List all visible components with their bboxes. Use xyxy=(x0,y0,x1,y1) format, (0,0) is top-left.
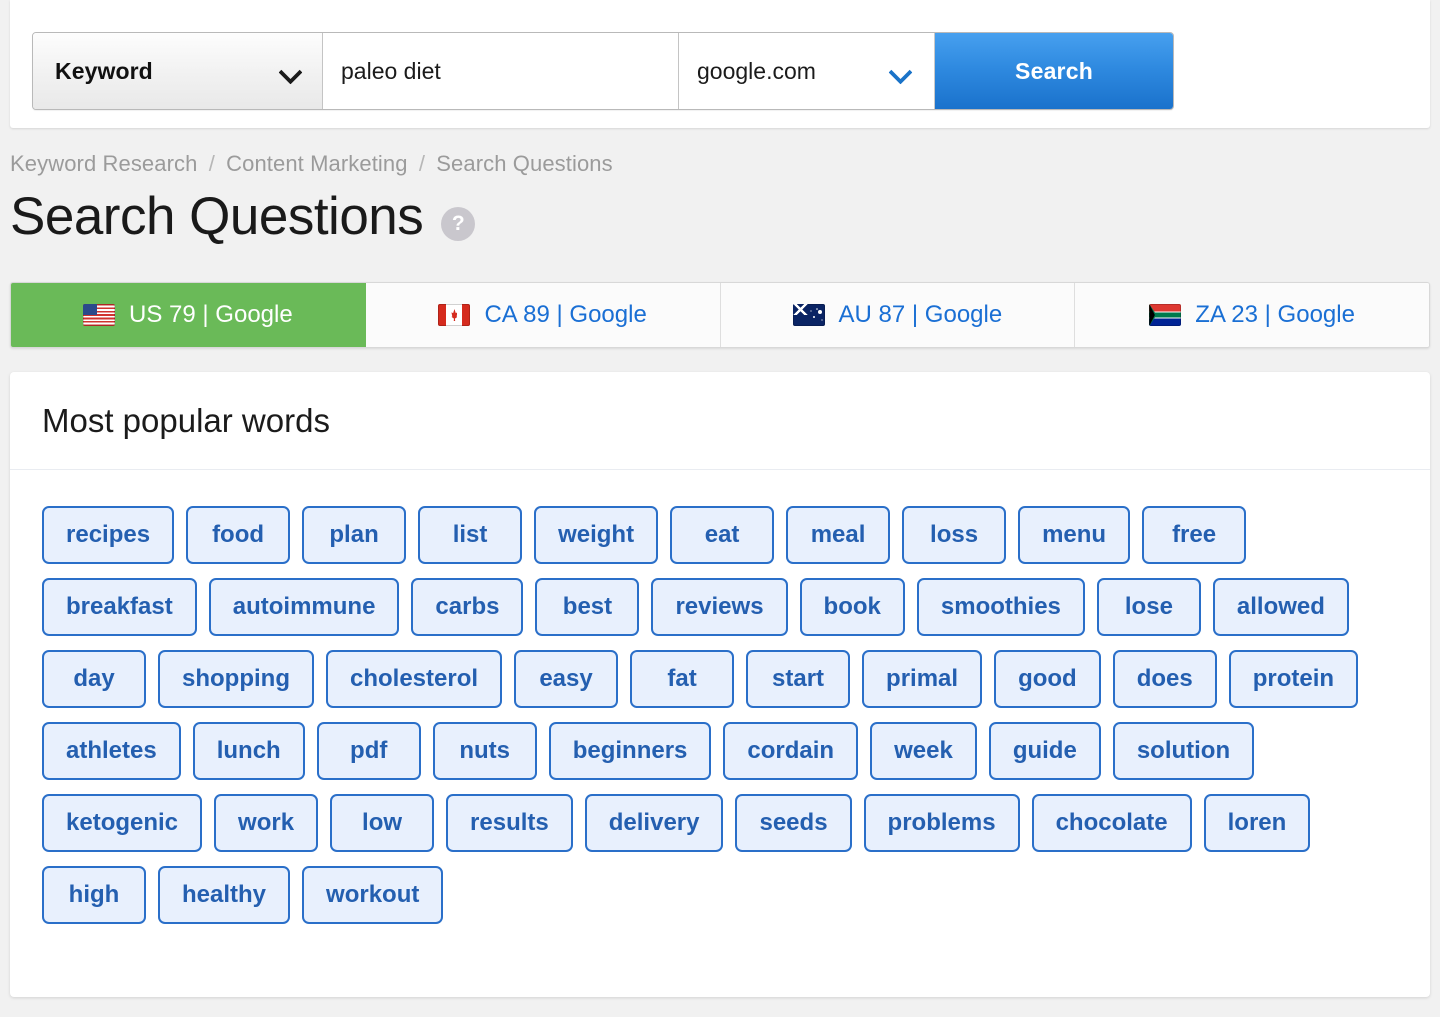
word-tag[interactable]: nuts xyxy=(433,722,537,780)
word-tag[interactable]: problems xyxy=(864,794,1020,852)
word-tag[interactable]: meal xyxy=(786,506,890,564)
word-tag[interactable]: beginners xyxy=(549,722,712,780)
word-tag[interactable]: guide xyxy=(989,722,1101,780)
word-tag[interactable]: fat xyxy=(630,650,734,708)
search-engine-label: google.com xyxy=(697,58,816,85)
search-engine-select[interactable]: google.com xyxy=(679,33,935,109)
word-tag[interactable]: cordain xyxy=(723,722,858,780)
word-tag[interactable]: good xyxy=(994,650,1101,708)
word-tag[interactable]: book xyxy=(800,578,905,636)
word-tag[interactable]: list xyxy=(418,506,522,564)
breadcrumb-separator: / xyxy=(419,151,425,176)
word-tag[interactable]: easy xyxy=(514,650,618,708)
search-input[interactable]: paleo diet xyxy=(323,33,679,109)
page-title: Search Questions xyxy=(10,190,423,243)
word-tag[interactable]: recipes xyxy=(42,506,174,564)
keyword-type-label: Keyword xyxy=(55,58,153,85)
word-tag[interactable]: primal xyxy=(862,650,982,708)
word-tag[interactable]: menu xyxy=(1018,506,1130,564)
word-tag[interactable]: high xyxy=(42,866,146,924)
word-tag[interactable]: cholesterol xyxy=(326,650,502,708)
search-bar-panel: Keyword paleo diet google.com Search xyxy=(10,0,1430,128)
word-tag[interactable]: pdf xyxy=(317,722,421,780)
word-tag[interactable]: smoothies xyxy=(917,578,1085,636)
search-group: Keyword paleo diet google.com Search xyxy=(32,32,1174,110)
page-root: Keyword paleo diet google.com Search Key… xyxy=(0,0,1440,1017)
keyword-type-select[interactable]: Keyword xyxy=(33,33,323,109)
country-tabs: US 79 | Google CA 89 | Google AU 87 | Go… xyxy=(10,282,1430,348)
tab-ca[interactable]: CA 89 | Google xyxy=(366,283,721,347)
tab-au[interactable]: AU 87 | Google xyxy=(721,283,1076,347)
tab-us[interactable]: US 79 | Google xyxy=(11,283,366,347)
tab-label-ca: CA 89 | Google xyxy=(484,301,646,329)
word-tag[interactable]: lose xyxy=(1097,578,1201,636)
title-row: Search Questions ? xyxy=(10,190,475,243)
search-input-value: paleo diet xyxy=(341,58,441,85)
tab-label-za: ZA 23 | Google xyxy=(1195,301,1355,329)
word-tag[interactable]: best xyxy=(535,578,639,636)
word-tag[interactable]: work xyxy=(214,794,318,852)
za-flag-icon xyxy=(1149,304,1181,326)
tab-label-us: US 79 | Google xyxy=(129,301,293,329)
ca-flag-icon xyxy=(438,304,470,326)
breadcrumb-item-content-marketing[interactable]: Content Marketing xyxy=(226,151,407,176)
word-tag[interactable]: chocolate xyxy=(1032,794,1192,852)
word-tag[interactable]: does xyxy=(1113,650,1217,708)
word-tag[interactable]: seeds xyxy=(735,794,851,852)
help-icon[interactable]: ? xyxy=(441,207,475,241)
word-tag[interactable]: start xyxy=(746,650,850,708)
card-body: recipesfoodplanlistweighteatmeallossmenu… xyxy=(10,470,1430,954)
word-tag[interactable]: athletes xyxy=(42,722,181,780)
breadcrumb-item-search-questions[interactable]: Search Questions xyxy=(436,151,612,176)
word-tag[interactable]: breakfast xyxy=(42,578,197,636)
word-tag[interactable]: plan xyxy=(302,506,406,564)
word-tag[interactable]: workout xyxy=(302,866,443,924)
chevron-down-icon xyxy=(890,64,912,78)
search-button[interactable]: Search xyxy=(935,33,1173,109)
word-tag[interactable]: healthy xyxy=(158,866,290,924)
word-tag[interactable]: day xyxy=(42,650,146,708)
word-tag[interactable]: week xyxy=(870,722,977,780)
word-tag[interactable]: ketogenic xyxy=(42,794,202,852)
most-popular-words-card: Most popular words recipesfoodplanlistwe… xyxy=(10,372,1430,997)
word-tag[interactable]: low xyxy=(330,794,434,852)
word-tag[interactable]: solution xyxy=(1113,722,1254,780)
word-tag[interactable]: food xyxy=(186,506,290,564)
word-tag[interactable]: results xyxy=(446,794,573,852)
card-header: Most popular words xyxy=(10,372,1430,470)
word-tag[interactable]: reviews xyxy=(651,578,787,636)
word-tag[interactable]: carbs xyxy=(411,578,523,636)
card-title: Most popular words xyxy=(42,402,330,440)
word-tag-cloud: recipesfoodplanlistweighteatmeallossmenu… xyxy=(42,506,1400,924)
breadcrumb-separator: / xyxy=(209,151,215,176)
word-tag[interactable]: loss xyxy=(902,506,1006,564)
chevron-down-icon xyxy=(280,64,302,78)
word-tag[interactable]: loren xyxy=(1204,794,1311,852)
us-flag-icon xyxy=(83,304,115,326)
word-tag[interactable]: protein xyxy=(1229,650,1358,708)
tab-label-au: AU 87 | Google xyxy=(839,301,1003,329)
word-tag[interactable]: weight xyxy=(534,506,658,564)
word-tag[interactable]: free xyxy=(1142,506,1246,564)
word-tag[interactable]: autoimmune xyxy=(209,578,400,636)
au-flag-icon xyxy=(793,304,825,326)
word-tag[interactable]: delivery xyxy=(585,794,724,852)
breadcrumb-item-keyword-research[interactable]: Keyword Research xyxy=(10,151,197,176)
tab-za[interactable]: ZA 23 | Google xyxy=(1075,283,1429,347)
word-tag[interactable]: shopping xyxy=(158,650,314,708)
breadcrumb: Keyword Research / Content Marketing / S… xyxy=(10,151,613,177)
word-tag[interactable]: allowed xyxy=(1213,578,1349,636)
word-tag[interactable]: eat xyxy=(670,506,774,564)
word-tag[interactable]: lunch xyxy=(193,722,305,780)
